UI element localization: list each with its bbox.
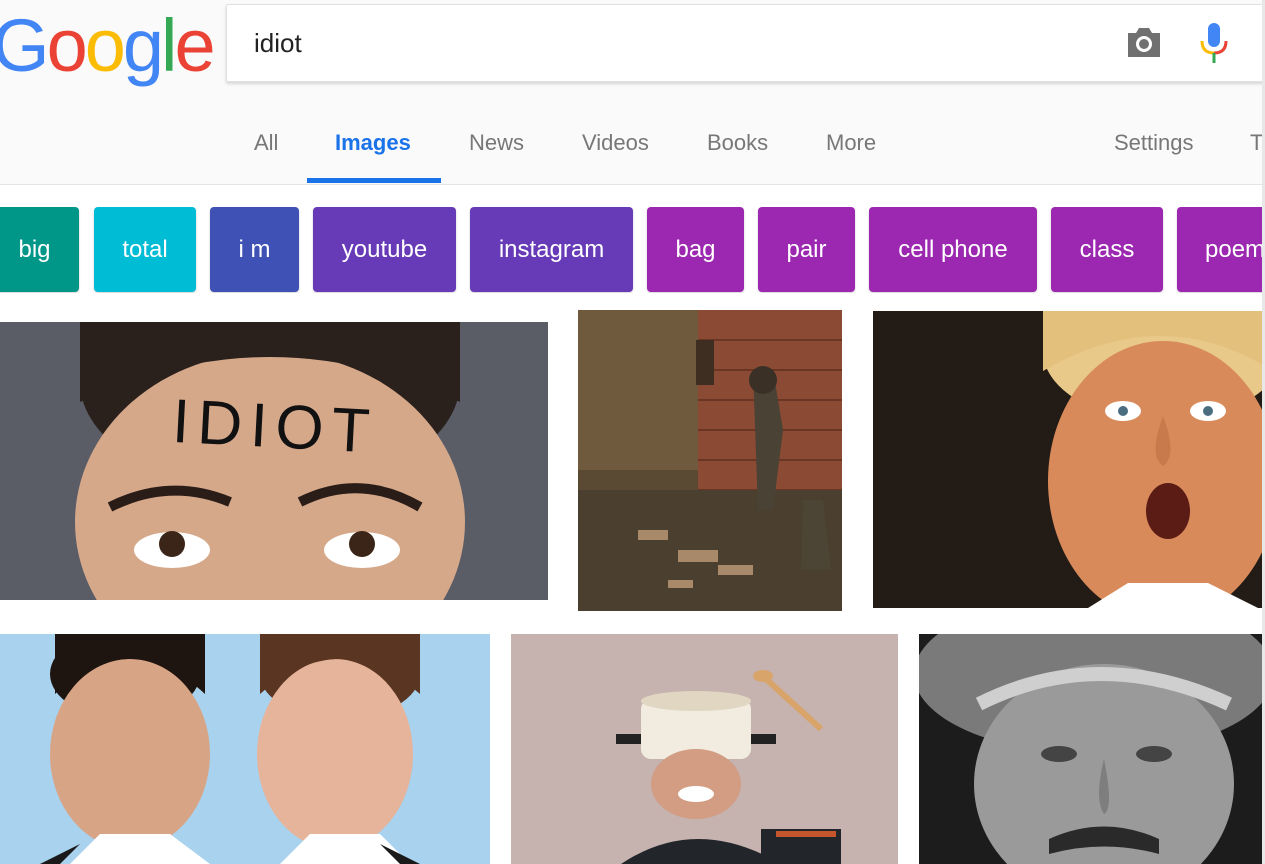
- image-result-pot-on-head[interactable]: [511, 634, 898, 864]
- image-result-painting[interactable]: [578, 310, 842, 611]
- chip-big[interactable]: big: [0, 207, 79, 292]
- chip-pair[interactable]: pair: [758, 207, 855, 292]
- chip-label: cell phone: [898, 236, 1008, 263]
- chip-label: class: [1079, 236, 1135, 263]
- settings-link[interactable]: Settings: [1114, 130, 1194, 156]
- related-search-chips: big total i m youtube instagram bag pair…: [0, 207, 1265, 293]
- chip-youtube[interactable]: youtube: [313, 207, 456, 292]
- search-tabs: All Images News Videos Books More Settin…: [0, 100, 1265, 184]
- forehead-text: IDIOT: [171, 387, 380, 467]
- chip-total[interactable]: total: [94, 207, 196, 292]
- chip-label: poem: [1205, 236, 1265, 263]
- logo-letter-o1: o: [46, 4, 88, 87]
- active-tab-indicator: [307, 178, 441, 183]
- chip-instagram[interactable]: instagram: [470, 207, 633, 292]
- google-logo[interactable]: Google: [0, 4, 216, 87]
- chip-poem[interactable]: poem: [1177, 207, 1265, 292]
- chip-label: i m: [238, 236, 271, 263]
- chip-class[interactable]: class: [1051, 207, 1163, 292]
- tab-images[interactable]: Images: [335, 130, 411, 156]
- search-box: [226, 4, 1265, 82]
- tab-news[interactable]: News: [469, 130, 524, 156]
- chip-bag[interactable]: bag: [647, 207, 744, 292]
- chip-label: instagram: [498, 236, 605, 263]
- logo-letter-g2: g: [122, 4, 164, 87]
- chip-label: bag: [675, 236, 716, 263]
- tab-more[interactable]: More: [826, 130, 876, 156]
- chip-i-m[interactable]: i m: [210, 207, 299, 292]
- tab-all[interactable]: All: [254, 130, 278, 156]
- camera-icon[interactable]: [1125, 25, 1163, 59]
- image-result-forehead[interactable]: IDIOT: [0, 322, 548, 600]
- chip-cell-phone[interactable]: cell phone: [869, 207, 1037, 292]
- chip-label: big: [18, 236, 51, 263]
- logo-letter-g: G: [0, 4, 50, 87]
- search-input[interactable]: [254, 25, 1014, 61]
- logo-letter-o2: o: [84, 4, 126, 87]
- chip-label: youtube: [341, 236, 428, 263]
- tab-books[interactable]: Books: [707, 130, 768, 156]
- image-result-two-men[interactable]: [0, 634, 490, 864]
- microphone-icon[interactable]: [1197, 21, 1231, 65]
- search-header: Google All Images News Videos Books More…: [0, 0, 1265, 185]
- chip-label: pair: [786, 236, 827, 263]
- tab-videos[interactable]: Videos: [582, 130, 649, 156]
- chip-label: total: [122, 236, 168, 263]
- image-result-portrait-surprised[interactable]: [873, 311, 1262, 608]
- logo-letter-e: e: [174, 4, 215, 87]
- image-result-bw-portrait[interactable]: [919, 634, 1262, 864]
- logo-letter-l: l: [161, 4, 178, 87]
